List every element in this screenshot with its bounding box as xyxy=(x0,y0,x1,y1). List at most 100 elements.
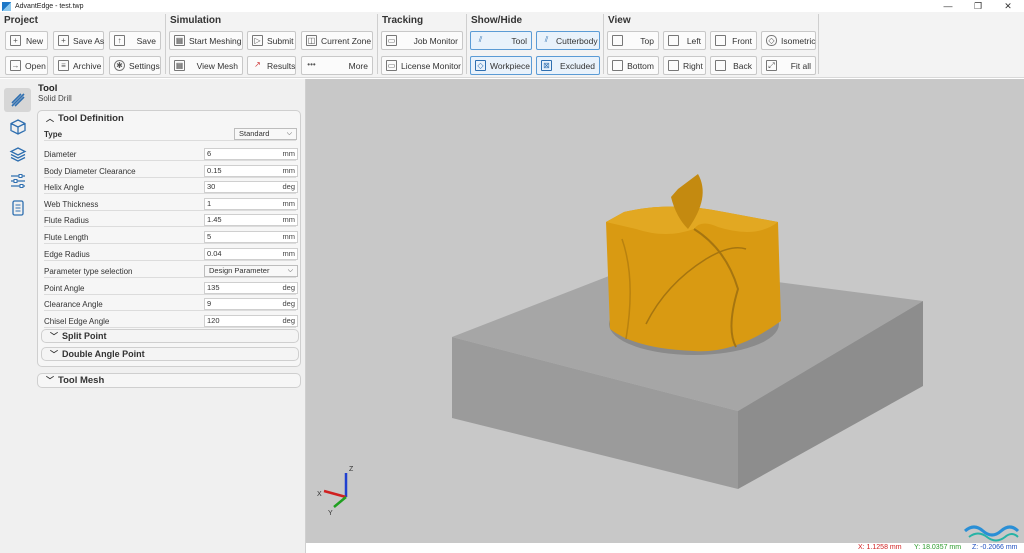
parameter-label: Helix Angle xyxy=(44,183,85,193)
show-tool-toggle[interactable]: ⫽ Tool xyxy=(470,31,532,50)
double-angle-point-section[interactable]: ﹀ Double Angle Point xyxy=(41,347,299,361)
type-select[interactable]: Standard ⌵ xyxy=(234,128,297,140)
parameter-unit: deg xyxy=(282,299,295,309)
excluded-icon: ⊠ xyxy=(541,60,552,71)
close-button[interactable]: ✕ xyxy=(1002,0,1014,12)
view-right-button[interactable]: Right xyxy=(663,56,706,75)
tracking-group-title: Tracking xyxy=(382,15,424,26)
axis-y-label: Y xyxy=(328,510,333,517)
mesh-icon: ▦ xyxy=(174,35,185,46)
more-button[interactable]: ••• More xyxy=(301,56,373,75)
parameter-row: Body Diameter Clearance 0.15 mm xyxy=(44,164,298,178)
parameter-value-input[interactable]: 0.15 mm xyxy=(204,164,298,177)
left-sidebar xyxy=(0,79,34,553)
status-bar: X: 1.1258 mm Y: 18.0357 mm Z: -0.2066 mm xyxy=(306,543,1024,553)
sidebar-parameters-button[interactable] xyxy=(4,169,31,193)
layers-icon xyxy=(9,147,26,162)
parameter-value-input[interactable]: 1.45 mm xyxy=(204,214,298,227)
parameter-label: Point Angle xyxy=(44,283,85,293)
parameter-value-input[interactable]: 1 mm xyxy=(204,197,298,210)
save-as-icon: + xyxy=(58,35,69,46)
save-as-button[interactable]: + Save As xyxy=(53,31,104,50)
license-monitor-button[interactable]: ▭ License Monitor xyxy=(381,56,463,75)
simulation-group: Simulation ▦ Start Meshing ▷ Submit ◫ Curre… xyxy=(166,12,376,78)
parameter-unit: deg xyxy=(282,282,295,292)
fit-all-button[interactable]: ⤢ Fit all xyxy=(761,56,816,75)
type-label: Type xyxy=(44,130,63,139)
view-top-button[interactable]: Top xyxy=(607,31,659,50)
chevron-down-icon: ⌵ xyxy=(286,130,292,137)
panel-subtitle: Solid Drill xyxy=(38,94,72,103)
ribbon-toolbar: Project + New + Save As ↑ Save → Open ≡ Archi… xyxy=(0,12,1024,78)
split-point-section[interactable]: ﹀ Split Point xyxy=(41,329,299,343)
save-icon: ↑ xyxy=(114,35,125,46)
parameter-unit: deg xyxy=(282,182,295,192)
results-button[interactable]: ↗ Results xyxy=(247,56,296,75)
tool-definition-header[interactable]: ︿ Tool Definition xyxy=(46,113,124,124)
open-button[interactable]: → Open xyxy=(5,56,48,75)
view-back-icon xyxy=(715,60,726,71)
view-back-button[interactable]: Back xyxy=(710,56,757,75)
brand-logo-icon xyxy=(964,525,1020,542)
save-button[interactable]: ↑ Save xyxy=(109,31,161,50)
sidebar-report-button[interactable] xyxy=(4,196,31,220)
current-zone-button[interactable]: ◫ Current Zone xyxy=(301,31,373,50)
parameter-unit: mm xyxy=(282,232,296,241)
show-cutterbody-toggle[interactable]: ⫽ Cutterbody xyxy=(536,31,600,50)
parameter-value-input[interactable]: 135 deg xyxy=(204,281,298,294)
parameter-value-input[interactable]: 9 deg xyxy=(204,298,298,311)
view-top-icon xyxy=(612,35,623,46)
parameter-label: Web Thickness xyxy=(44,199,99,209)
3d-viewport[interactable]: Z X Y xyxy=(306,79,1024,543)
show-excluded-toggle[interactable]: ⊠ Excluded xyxy=(536,56,600,75)
new-button[interactable]: + New xyxy=(5,31,48,50)
archive-button[interactable]: ≡ Archive xyxy=(53,56,104,75)
simulation-group-title: Simulation xyxy=(170,15,222,26)
type-row: Type Standard ⌵ xyxy=(44,128,297,141)
view-group-title: View xyxy=(608,15,631,26)
tool-drill-icon: ⫽ xyxy=(478,35,483,44)
sidebar-tool-button[interactable] xyxy=(4,88,31,112)
show-workpiece-toggle[interactable]: ◇ Workpiece xyxy=(470,56,532,75)
parameter-label: Diameter xyxy=(44,150,77,159)
parameter-label: Edge Radius xyxy=(44,249,90,259)
parameter-type-row: Parameter type selection Design Paramete… xyxy=(44,265,298,278)
parameter-unit: mm xyxy=(282,165,296,175)
job-monitor-button[interactable]: ▭ Job Monitor xyxy=(381,31,463,50)
axis-triad: Z X Y xyxy=(317,466,354,517)
parameter-value-input[interactable]: 30 deg xyxy=(204,181,298,194)
minimize-button[interactable]: — xyxy=(942,0,954,12)
parameter-value-input[interactable]: 0.04 mm xyxy=(204,247,298,260)
submit-button[interactable]: ▷ Submit xyxy=(247,31,296,50)
start-meshing-button[interactable]: ▦ Start Meshing xyxy=(169,31,243,50)
parameter-value-input[interactable]: 120 deg xyxy=(204,314,298,327)
maximize-button[interactable]: ❐ xyxy=(972,0,984,12)
view-front-icon xyxy=(715,35,726,46)
parameter-row: Clearance Angle 9 deg xyxy=(44,298,298,312)
tool-mesh-section[interactable]: ﹀ Tool Mesh xyxy=(37,373,301,388)
axis-z-label: Z xyxy=(349,466,354,473)
sidebar-layers-button[interactable] xyxy=(4,142,31,166)
gear-icon: ✱ xyxy=(114,60,125,71)
parameter-value-input[interactable]: 5 mm xyxy=(204,231,298,243)
3d-scene: Z X Y xyxy=(317,174,1020,542)
view-bottom-button[interactable]: Bottom xyxy=(607,56,659,75)
chevron-down-icon: ﹀ xyxy=(46,376,54,385)
parameter-value-input[interactable]: 6 mm xyxy=(204,148,298,160)
parameter-label: Flute Length xyxy=(44,233,89,242)
view-isometric-button[interactable]: ◇ Isometric xyxy=(761,31,816,50)
settings-button[interactable]: ✱ Settings xyxy=(109,56,161,75)
panel-title: Tool xyxy=(38,83,58,94)
title-bar: AdvantEdge - test.twp — ❐ ✕ xyxy=(0,0,1024,12)
tool-definition-section: ︿ Tool Definition Type Standard ⌵ Diameter… xyxy=(37,110,301,367)
play-icon: ▷ xyxy=(252,35,263,46)
view-bottom-icon xyxy=(612,60,623,71)
view-mesh-button[interactable]: ▦ View Mesh xyxy=(169,56,243,75)
view-left-button[interactable]: Left xyxy=(663,31,706,50)
parameter-row: Web Thickness 1 mm xyxy=(44,197,298,211)
sidebar-workpiece-button[interactable] xyxy=(4,115,31,139)
parameter-type-select[interactable]: Design Parameter ⌵ xyxy=(204,265,298,277)
new-file-icon: + xyxy=(10,35,21,46)
view-front-button[interactable]: Front xyxy=(710,31,757,50)
archive-icon: ≡ xyxy=(58,60,69,71)
